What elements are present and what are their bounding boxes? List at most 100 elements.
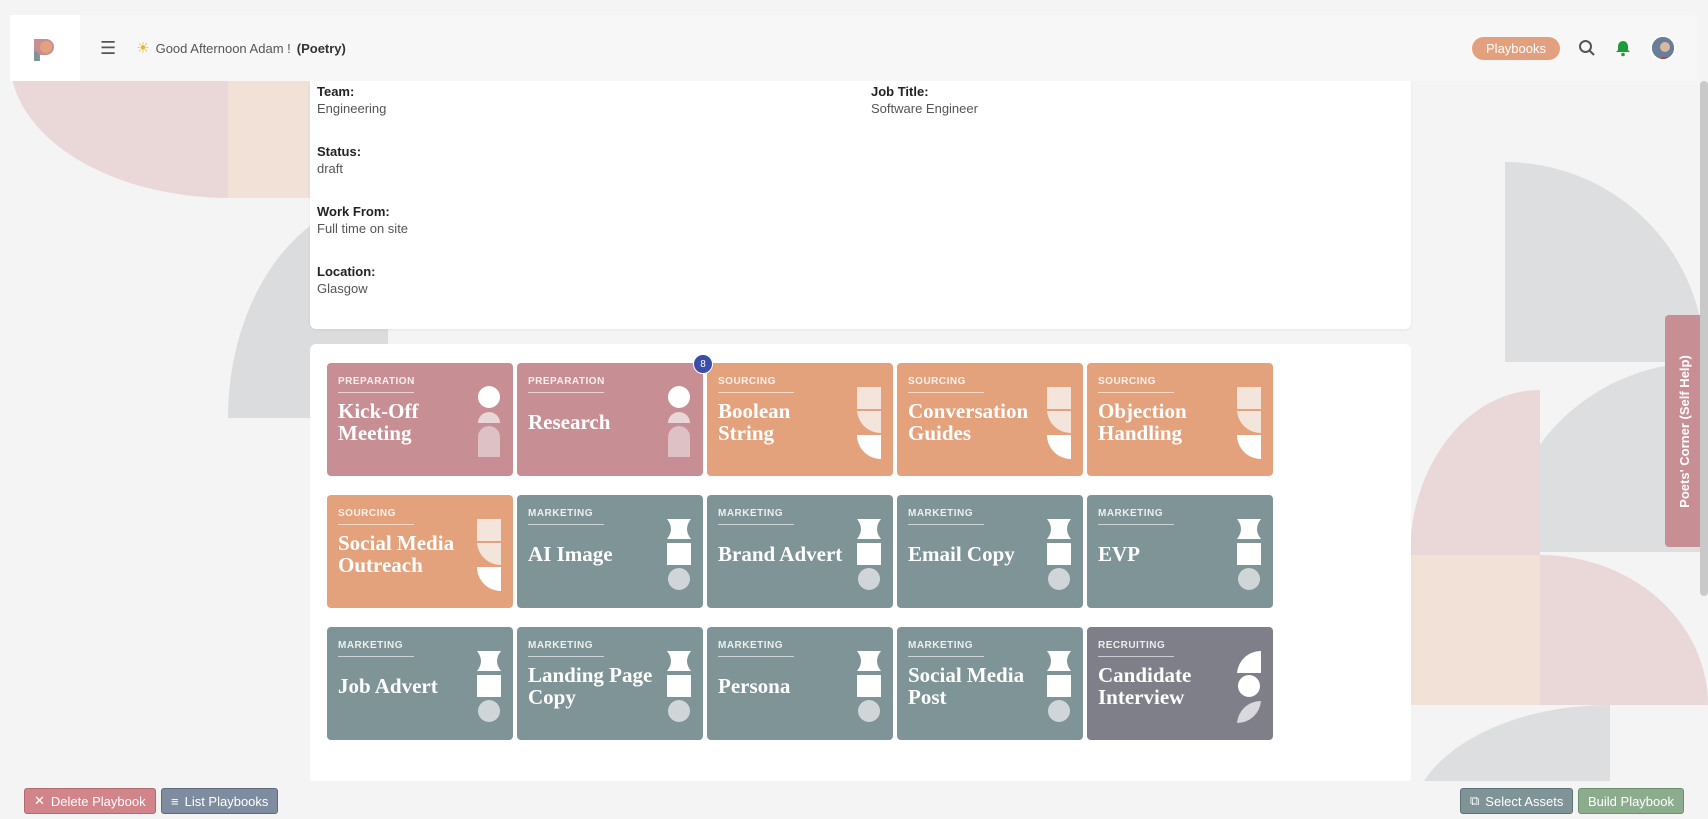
build-playbook-button[interactable]: Build Playbook — [1578, 788, 1684, 814]
search-icon[interactable] — [1578, 39, 1596, 57]
tile-shape-icon — [667, 519, 691, 590]
asset-tile[interactable]: MARKETING Job Advert — [327, 627, 513, 740]
status-value: draft — [317, 161, 344, 176]
tile-category: MARKETING — [528, 640, 594, 651]
tile-divider — [908, 524, 984, 525]
tile-divider — [1098, 656, 1174, 657]
bell-icon[interactable] — [1614, 39, 1632, 57]
poets-corner-label: Poets' Corner (Self Help) — [1677, 354, 1692, 508]
tile-title: Landing Page Copy — [528, 663, 653, 709]
tile-title: Candidate Interview — [1098, 663, 1192, 709]
playbooks-button[interactable]: Playbooks — [1472, 36, 1560, 60]
job-title-label: Job Title: — [871, 84, 929, 99]
asset-tile[interactable]: SOURCING Boolean String — [707, 363, 893, 476]
tile-shape-icon — [1237, 650, 1261, 724]
tile-shape-icon — [667, 651, 691, 722]
asset-tile[interactable]: SOURCING Conversation Guides — [897, 363, 1083, 476]
status-label: Status: — [317, 144, 362, 159]
poets-corner-tab[interactable]: Poets' Corner (Self Help) — [1665, 315, 1704, 547]
asset-tile[interactable]: RECRUITING Candidate Interview — [1087, 627, 1273, 740]
tile-shape-icon — [1047, 387, 1071, 459]
asset-tile[interactable]: SOURCING Objection Handling — [1087, 363, 1273, 476]
delete-playbook-label: Delete Playbook — [50, 793, 146, 809]
tile-title: EVP — [1098, 542, 1140, 566]
menu-icon[interactable]: ☰ — [100, 38, 116, 59]
team-label: Team: — [317, 84, 355, 99]
greeting: ☀ Good Afternoon Adam ! (Poetry) — [136, 39, 346, 57]
tile-title: Conversation Guides — [908, 399, 1029, 445]
playbook-details-card: Team: Engineering Job Title: Software En… — [310, 81, 1411, 329]
tile-category: MARKETING — [718, 508, 784, 519]
asset-tile[interactable]: MARKETING Brand Advert — [707, 495, 893, 608]
tile-divider — [718, 656, 794, 657]
tile-shape-icon — [478, 386, 500, 457]
job-title-field: Job Title: Software Engineer — [871, 84, 978, 116]
tile-title: Persona — [718, 674, 791, 698]
asset-tile[interactable]: MARKETING AI Image — [517, 495, 703, 608]
tile-title: Objection Handling — [1098, 399, 1187, 445]
tile-category: MARKETING — [338, 640, 404, 651]
tile-divider — [528, 524, 604, 525]
asset-tile[interactable]: PREPARATION Research — [517, 363, 703, 476]
work-from-value: Full time on site — [317, 221, 409, 236]
team-field: Team: Engineering — [317, 84, 386, 116]
tile-divider — [908, 392, 984, 393]
tile-shape-icon — [857, 651, 881, 722]
tile-category: SOURCING — [908, 376, 966, 387]
location-label: Location: — [317, 264, 376, 279]
delete-playbook-button[interactable]: ✕ Delete Playbook — [24, 788, 156, 814]
asset-tiles-panel: PREPARATION Kick-Off Meeting PREPARATION Res… — [310, 344, 1411, 784]
tile-shape-icon — [857, 519, 881, 590]
status-field: Status: draft — [317, 144, 361, 176]
team-value: Engineering — [317, 101, 387, 116]
tile-category: MARKETING — [908, 640, 974, 651]
build-playbook-label: Build Playbook — [1588, 793, 1674, 809]
work-from-field: Work From: Full time on site — [317, 204, 408, 236]
tile-category: RECRUITING — [1098, 640, 1166, 651]
list-icon: ≡ — [171, 793, 179, 809]
tile-divider — [528, 392, 604, 393]
select-assets-button[interactable]: ⧉ Select Assets — [1460, 788, 1574, 814]
copy-icon: ⧉ — [1470, 793, 1480, 808]
tile-shape-icon — [477, 651, 501, 722]
tile-divider — [338, 524, 414, 525]
tile-divider — [1098, 524, 1174, 525]
tile-shape-icon — [477, 519, 501, 591]
list-playbooks-button[interactable]: ≡ List Playbooks — [161, 788, 279, 814]
tile-category: SOURCING — [1098, 376, 1156, 387]
greeting-text: Good Afternoon Adam ! — [155, 40, 291, 56]
tile-title: Brand Advert — [718, 542, 843, 566]
footer-toolbar: ✕ Delete Playbook ≡ List Playbooks ⧉ Sel… — [0, 781, 1708, 819]
tile-title: Email Copy — [908, 542, 1015, 566]
count-badge: 8 — [693, 354, 713, 374]
tile-title: Boolean String — [718, 399, 791, 445]
tile-shape-icon — [1237, 519, 1261, 590]
asset-tile[interactable]: MARKETING Social Media Post — [897, 627, 1083, 740]
tile-title: Research — [528, 410, 611, 434]
tile-title: AI Image — [528, 542, 613, 566]
scrollbar[interactable] — [1700, 81, 1708, 596]
asset-tile[interactable]: MARKETING Landing Page Copy — [517, 627, 703, 740]
asset-tile[interactable]: MARKETING Email Copy — [897, 495, 1083, 608]
location-value: Glasgow — [317, 281, 368, 296]
tile-category: MARKETING — [528, 508, 594, 519]
asset-tile[interactable]: PREPARATION Kick-Off Meeting — [327, 363, 513, 476]
tile-divider — [908, 656, 984, 657]
asset-tile[interactable]: MARKETING Persona — [707, 627, 893, 740]
tile-category: MARKETING — [1098, 508, 1164, 519]
tile-category: PREPARATION — [528, 376, 605, 387]
app-logo[interactable] — [10, 15, 80, 81]
sun-icon: ☀ — [136, 40, 150, 57]
avatar[interactable] — [1650, 35, 1676, 61]
tile-shape-icon — [1047, 651, 1071, 722]
asset-tile[interactable]: SOURCING Social Media Outreach — [327, 495, 513, 608]
close-icon: ✕ — [34, 793, 45, 808]
tile-title: Social Media Post — [908, 663, 1025, 709]
tile-shape-icon — [668, 386, 690, 457]
tile-divider — [718, 392, 794, 393]
tile-category: MARKETING — [908, 508, 974, 519]
tile-shape-icon — [1237, 387, 1261, 459]
location-field: Location: Glasgow — [317, 264, 376, 296]
asset-tile[interactable]: MARKETING EVP — [1087, 495, 1273, 608]
tile-shape-icon — [857, 387, 881, 459]
